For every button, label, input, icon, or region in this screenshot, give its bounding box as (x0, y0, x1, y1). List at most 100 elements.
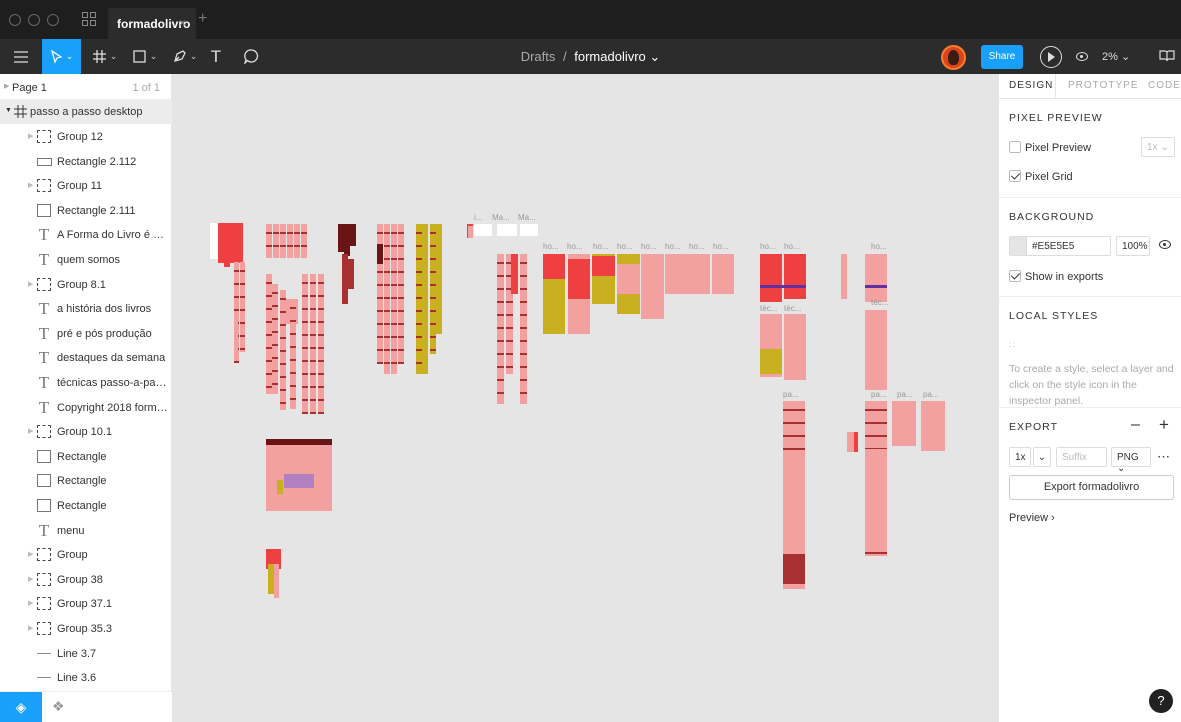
layer-row[interactable]: Ta história dos livros (0, 296, 172, 321)
frame-detail[interactable] (240, 270, 245, 272)
breadcrumb-project[interactable]: Drafts (521, 49, 556, 64)
export-scale-dropdown-icon[interactable]: ⌄ (1033, 447, 1051, 467)
frame-thumbnail[interactable] (760, 254, 782, 302)
frame-detail[interactable] (391, 336, 397, 338)
frame-detail[interactable] (280, 402, 286, 404)
frame-detail[interactable] (497, 379, 504, 381)
frame-thumbnail[interactable] (497, 224, 517, 236)
frame-detail[interactable] (416, 245, 422, 247)
frame-detail[interactable] (266, 347, 272, 349)
frame-detail[interactable] (302, 295, 308, 297)
layer-row[interactable]: Rectangle (0, 468, 172, 493)
frame-detail[interactable] (266, 308, 272, 310)
frame-detail[interactable] (310, 412, 316, 414)
frame-detail[interactable] (384, 245, 390, 247)
frame-detail[interactable] (865, 552, 887, 554)
export-preview-toggle[interactable]: Preview › (1009, 512, 1055, 524)
frame-detail[interactable] (391, 245, 397, 247)
collapse-frame-icon[interactable]: ▼ (5, 107, 12, 114)
frame-label[interactable]: ho... (665, 242, 681, 251)
frame-detail[interactable] (240, 348, 245, 350)
frame-detail[interactable] (290, 346, 296, 348)
frame-detail[interactable] (783, 448, 805, 450)
frame-detail[interactable] (391, 271, 397, 273)
frame-detail[interactable] (430, 310, 436, 312)
remove-export-icon[interactable]: – (1131, 416, 1140, 434)
tab-code[interactable]: CODE (1148, 80, 1181, 91)
frame-detail[interactable] (506, 301, 513, 303)
layer-row[interactable]: Ttécnicas passo-a-passo (0, 370, 172, 395)
frame-detail[interactable] (416, 271, 422, 273)
frame-detail[interactable] (302, 373, 308, 375)
home-grid-icon[interactable] (82, 12, 96, 26)
frame-label[interactable]: ho... (871, 242, 887, 251)
close-tab-icon[interactable]: × (179, 16, 186, 30)
frame-thumbnail[interactable] (592, 256, 615, 276)
frame-detail[interactable] (506, 314, 513, 316)
frame-detail[interactable] (302, 412, 308, 414)
frame-detail[interactable] (377, 297, 383, 299)
frame-detail[interactable] (273, 245, 279, 247)
frame-detail[interactable] (377, 284, 383, 286)
frame-thumbnail[interactable] (865, 285, 887, 288)
pixel-grid-checkbox[interactable] (1009, 170, 1021, 182)
frame-detail[interactable] (234, 361, 239, 363)
frame-layer-row[interactable]: ▼ passo a passo desktop (0, 99, 172, 124)
expand-layer-icon[interactable]: ▶ (28, 132, 33, 140)
frame-thumbnail[interactable] (783, 554, 805, 584)
frame-detail[interactable] (520, 392, 527, 394)
frame-thumbnail[interactable] (617, 264, 640, 294)
frame-detail[interactable] (506, 340, 513, 342)
frame-detail[interactable] (266, 282, 272, 284)
frame-detail[interactable] (318, 412, 324, 414)
frame-detail[interactable] (272, 370, 278, 372)
frame-detail[interactable] (318, 386, 324, 388)
components-tab-icon[interactable]: ❖ (52, 698, 65, 715)
frame-label[interactable]: ho... (689, 242, 705, 251)
frame-detail[interactable] (520, 314, 527, 316)
frame-detail[interactable] (520, 275, 527, 277)
frame-detail[interactable] (266, 321, 272, 323)
frame-label[interactable]: ho... (617, 242, 633, 251)
frame-detail[interactable] (416, 336, 422, 338)
tab-formadolivro[interactable]: formadolivro × (108, 8, 196, 39)
frame-thumbnail[interactable] (436, 224, 442, 334)
frame-tool-button[interactable]: ⌄ (88, 39, 122, 74)
comment-tool-button[interactable] (240, 39, 262, 74)
frame-detail[interactable] (318, 282, 324, 284)
frame-detail[interactable] (783, 409, 805, 411)
frame-thumbnail[interactable] (921, 401, 945, 451)
frame-detail[interactable] (430, 297, 436, 299)
frame-detail[interactable] (497, 301, 504, 303)
frame-detail[interactable] (430, 271, 436, 273)
frame-thumbnail[interactable] (865, 310, 887, 390)
frame-detail[interactable] (318, 373, 324, 375)
frame-label[interactable]: ho... (567, 242, 583, 251)
text-tool-button[interactable]: T (205, 39, 227, 74)
frame-detail[interactable] (280, 350, 286, 352)
frame-detail[interactable] (391, 323, 397, 325)
frame-detail[interactable] (266, 334, 272, 336)
background-color-swatch[interactable] (1010, 237, 1027, 255)
frame-detail[interactable] (318, 347, 324, 349)
layers-tab-icon[interactable]: ◈ (0, 692, 42, 722)
frame-detail[interactable] (302, 321, 308, 323)
frame-thumbnail[interactable] (284, 474, 314, 488)
frame-thumbnail[interactable] (338, 224, 344, 252)
frame-detail[interactable] (234, 270, 239, 272)
frame-detail[interactable] (398, 349, 404, 351)
frame-detail[interactable] (391, 310, 397, 312)
frame-detail[interactable] (280, 232, 286, 234)
pen-tool-button[interactable]: ⌄ (168, 39, 202, 74)
frame-detail[interactable] (497, 288, 504, 290)
frame-thumbnail[interactable] (224, 223, 230, 267)
frame-detail[interactable] (273, 232, 279, 234)
close-window-button[interactable] (9, 14, 21, 26)
frame-thumbnail[interactable] (377, 244, 383, 264)
layer-row[interactable]: ▶ Group 12 (0, 124, 172, 149)
frame-detail[interactable] (384, 310, 390, 312)
frame-detail[interactable] (266, 373, 272, 375)
frame-detail[interactable] (272, 383, 278, 385)
zoom-menu[interactable]: 2% ⌄ (1102, 50, 1130, 63)
frame-thumbnail[interactable] (266, 439, 332, 445)
